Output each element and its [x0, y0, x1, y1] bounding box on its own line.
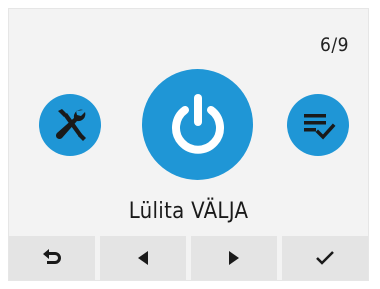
checklist-button[interactable]	[287, 94, 349, 156]
settings-button[interactable]	[39, 94, 101, 156]
arrow-right-icon	[229, 251, 239, 265]
checklist-icon	[304, 114, 336, 140]
confirm-button[interactable]	[282, 236, 368, 280]
action-label: Lülita VÄLJA	[128, 199, 249, 224]
device-screen: 6/9 Lülita VÄLJA	[9, 9, 368, 280]
power-off-button[interactable]	[142, 69, 253, 180]
arrow-left-icon	[138, 251, 148, 265]
tools-icon	[55, 109, 86, 141]
page-indicator: 6/9	[319, 34, 349, 56]
power-icon	[171, 93, 224, 154]
checkmark-icon	[316, 251, 334, 265]
back-arrow-icon	[43, 249, 61, 264]
back-button[interactable]	[9, 236, 95, 280]
next-button[interactable]	[191, 236, 277, 280]
previous-button[interactable]	[100, 236, 186, 280]
nav-bar	[9, 236, 368, 280]
